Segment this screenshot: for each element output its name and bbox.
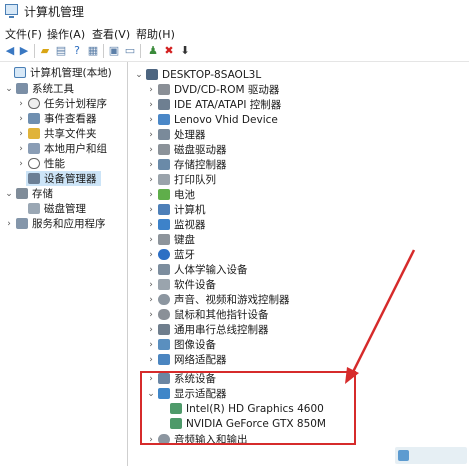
watermark xyxy=(395,447,467,464)
annotation-arrow xyxy=(345,249,416,384)
watermark-logo-icon xyxy=(398,450,409,461)
